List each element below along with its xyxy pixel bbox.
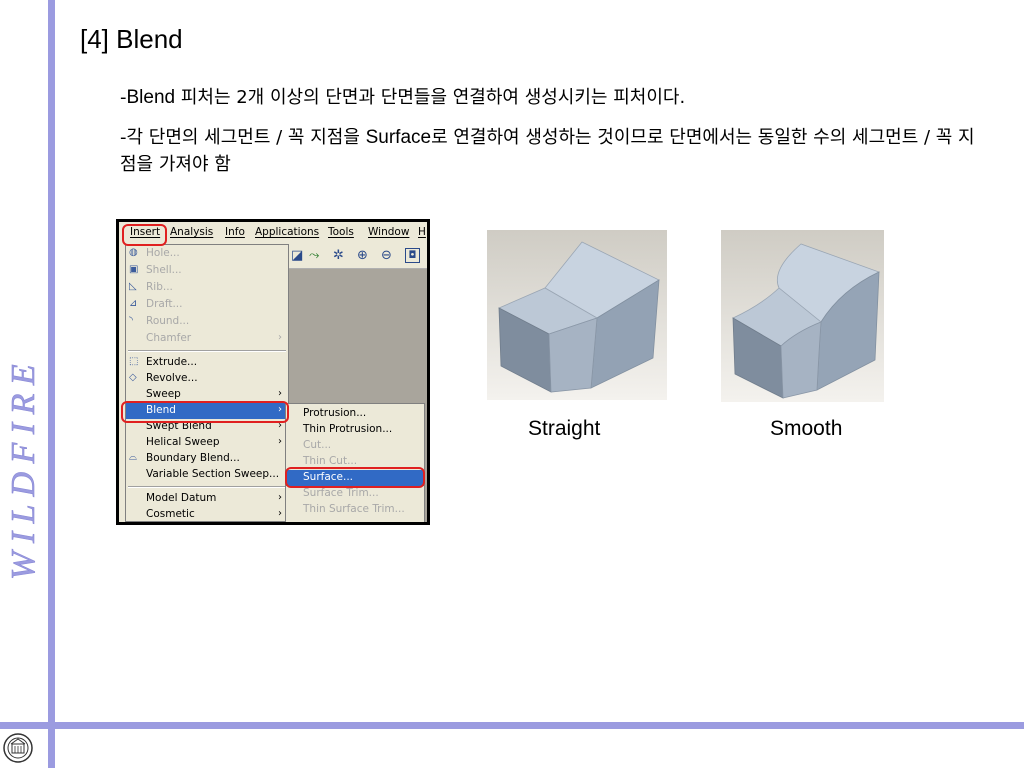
para2-prefix: -각 단면의 세그먼트 / 꼭 지점을	[120, 127, 366, 148]
submenu-item-surface-trim[interactable]: Surface Trim...	[286, 486, 424, 502]
callout-surface	[285, 467, 425, 488]
menu-item-variable-section-sweep[interactable]: Variable Section Sweep...	[126, 467, 288, 483]
submenu-item-thin-surface-trim[interactable]: Thin Surface Trim...	[286, 502, 424, 518]
description-paragraph-1: -Blend 피처는 2개 이상의 단면과 단면들을 연결하여 생성시키는 피처…	[120, 84, 990, 111]
side-brand-text: W I L D F I R E	[5, 364, 43, 580]
menu-item-round[interactable]: ◝ Round...	[126, 314, 288, 330]
submenu-item-protrusion[interactable]: Protrusion...	[286, 406, 424, 422]
sketch-icon[interactable]: ◪	[291, 248, 303, 263]
slide-title: [4] Blend	[80, 24, 183, 54]
description-paragraph-2: -각 단면의 세그먼트 / 꼭 지점을 Surface로 연결하여 생성하는 것…	[120, 124, 990, 178]
side-accent-bar	[48, 0, 55, 768]
menu-separator	[128, 350, 286, 352]
chevron-right-icon: ›	[278, 508, 282, 519]
menu-separator	[128, 486, 286, 488]
menu-item-hole[interactable]: ◍ Hole...	[126, 246, 288, 262]
zoom-in-icon[interactable]: ⊕	[357, 248, 368, 263]
toolbar: ◪ ⤳ ✲ ⊕ ⊖ ◘	[289, 244, 427, 269]
chevron-right-icon: ›	[278, 332, 282, 343]
menu-item-extrude[interactable]: ⬚ Extrude...	[126, 355, 288, 371]
refit-icon[interactable]: ◘	[405, 248, 420, 263]
extrude-icon: ⬚	[129, 356, 139, 367]
caption-straight: Straight	[528, 417, 601, 440]
menu-item-revolve[interactable]: ◇ Revolve...	[126, 371, 288, 387]
hole-icon: ◍	[129, 247, 138, 258]
para1-keyword: Blend	[126, 87, 176, 108]
submenu-item-cut[interactable]: Cut...	[286, 438, 424, 454]
datum-axis-icon[interactable]: ⤳	[309, 248, 319, 263]
menu-item-draft[interactable]: ⊿ Draft...	[126, 297, 288, 313]
callout-blend	[121, 401, 289, 423]
blend-submenu: Protrusion... Thin Protrusion... Cut... …	[285, 403, 425, 522]
submenu-item-thin-protrusion[interactable]: Thin Protrusion...	[286, 422, 424, 438]
chevron-right-icon: ›	[278, 388, 282, 399]
chevron-right-icon: ›	[278, 492, 282, 503]
menu-item-model-datum[interactable]: Model Datum ›	[126, 491, 288, 507]
menu-item-cosmetic[interactable]: Cosmetic ›	[126, 507, 288, 522]
round-icon: ◝	[129, 315, 133, 326]
svg-text:W I L D F I R E: W I L D F I R E	[5, 364, 42, 580]
rib-icon: ◺	[129, 281, 137, 292]
menu-tools[interactable]: Tools	[328, 226, 354, 238]
chevron-right-icon: ›	[278, 436, 282, 447]
shell-icon: ▣	[129, 264, 139, 275]
menu-help[interactable]: H	[418, 226, 426, 238]
spin-center-icon[interactable]: ✲	[333, 248, 344, 263]
menu-item-boundary-blend[interactable]: ⌓ Boundary Blend...	[126, 451, 288, 467]
caption-smooth: Smooth	[770, 417, 843, 440]
menu-item-shell[interactable]: ▣ Shell...	[126, 263, 288, 279]
boundary-blend-icon: ⌓	[129, 452, 137, 463]
university-seal-logo	[3, 733, 33, 763]
para2-keyword: Surface	[365, 127, 432, 148]
straight-blend-image	[487, 230, 667, 400]
zoom-out-icon[interactable]: ⊖	[381, 248, 392, 263]
draft-icon: ⊿	[129, 298, 138, 309]
menu-item-chamfer[interactable]: Chamfer ›	[126, 331, 288, 347]
menu-analysis[interactable]: Analysis	[170, 226, 213, 238]
menu-item-rib[interactable]: ◺ Rib...	[126, 280, 288, 296]
revolve-icon: ◇	[129, 372, 137, 383]
menu-window[interactable]: Window	[368, 226, 409, 238]
insert-menu-screenshot: Insert Analysis Info Applications Tools …	[116, 219, 430, 525]
callout-insert	[122, 224, 167, 246]
para1-text: 피처는 2개 이상의 단면과 단면들을 연결하여 생성시키는 피처이다.	[175, 87, 686, 108]
smooth-blend-image	[721, 230, 884, 402]
menu-applications[interactable]: Applications	[255, 226, 319, 238]
menu-item-helical-sweep[interactable]: Helical Sweep ›	[126, 435, 288, 451]
bottom-accent-bar	[0, 722, 1024, 729]
menu-info[interactable]: Info	[225, 226, 245, 238]
insert-dropdown: ◍ Hole... ▣ Shell... ◺ Rib... ⊿ Draft...…	[125, 244, 289, 522]
